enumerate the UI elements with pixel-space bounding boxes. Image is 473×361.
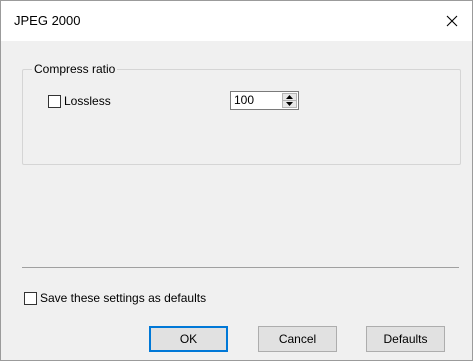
close-button[interactable] [432,1,472,41]
title-bar: JPEG 2000 [1,1,472,41]
ratio-spinbox[interactable] [230,91,299,110]
lossless-checkbox[interactable] [48,94,61,108]
jpeg2000-dialog: JPEG 2000 Compress ratio Lossless 100 Sa… [0,0,473,361]
defaults-button[interactable]: Defaults [366,326,445,352]
close-icon [446,15,458,27]
spin-down-button[interactable] [282,101,297,108]
down-arrow-icon [286,102,293,106]
up-arrow-icon [286,95,293,99]
separator [22,267,459,268]
group-legend: Compress ratio [32,62,118,76]
spin-arrows [282,93,297,108]
window-title: JPEG 2000 [14,13,81,28]
compress-ratio-group: Compress ratio [22,62,461,165]
spin-up-button[interactable] [282,93,297,101]
lossless-label: Lossless [64,94,111,108]
cancel-button[interactable]: Cancel [258,326,337,352]
ratio-input[interactable] [231,92,284,109]
lossless-checkbox-row[interactable]: Lossless [48,94,111,108]
ok-button[interactable]: OK [149,326,228,352]
save-defaults-label: Save these settings as defaults [40,291,207,305]
save-defaults-checkbox-row[interactable]: Save these settings as defaults [24,291,206,305]
save-defaults-checkbox[interactable] [24,291,37,305]
